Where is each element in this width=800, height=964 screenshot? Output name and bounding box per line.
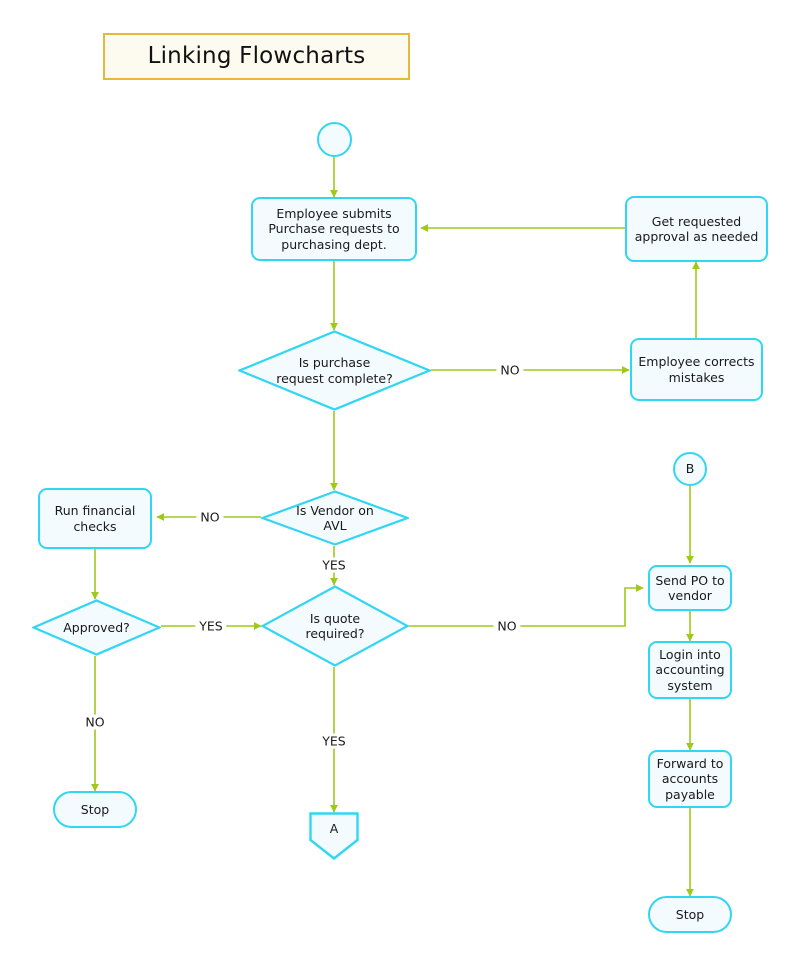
node-run-financial-checks[interactable]: Run financial checks xyxy=(38,488,152,549)
node-stop-left[interactable]: Stop xyxy=(53,791,137,828)
page-title: Linking Flowcharts xyxy=(103,33,410,80)
node-approved[interactable]: Approved? xyxy=(32,599,161,656)
node-connector-b[interactable]: B xyxy=(673,452,707,486)
edge-label-complete-no: NO xyxy=(496,362,524,378)
node-label: Is Vendor on AVL xyxy=(296,502,374,533)
node-label: A xyxy=(329,821,339,837)
node-send-po[interactable]: Send PO to vendor xyxy=(648,565,732,611)
node-is-request-complete[interactable]: Is purchase request complete? xyxy=(238,330,431,411)
node-is-vendor-on-avl[interactable]: Is Vendor on AVL xyxy=(261,490,409,546)
edge-label-quote-no: NO xyxy=(493,618,521,634)
edge-label-approved-no: NO xyxy=(81,714,109,730)
node-label: Approved? xyxy=(63,619,130,635)
node-login-accounting[interactable]: Login into accounting system xyxy=(648,641,732,699)
edge-label-avl-no: NO xyxy=(196,509,224,525)
node-employee-corrects[interactable]: Employee corrects mistakes xyxy=(630,338,763,401)
edge-label-approved-yes: YES xyxy=(195,618,227,634)
node-forward-accounts-payable[interactable]: Forward to accounts payable xyxy=(648,750,732,808)
node-is-quote-required[interactable]: Is quote required? xyxy=(261,585,409,667)
node-label: Is purchase request complete? xyxy=(276,355,393,386)
node-connector-a[interactable]: A xyxy=(309,812,359,860)
start-node[interactable] xyxy=(317,122,352,157)
node-get-approval[interactable]: Get requested approval as needed xyxy=(625,196,768,262)
node-employee-submits[interactable]: Employee submits Purchase requests to pu… xyxy=(251,197,417,261)
edge-label-avl-yes: YES xyxy=(318,557,350,573)
node-label: Is quote required? xyxy=(305,610,365,641)
edge-quote-no-to-sendpo xyxy=(409,584,644,627)
flowchart-canvas: Linking Flowcharts Employee submits Purc… xyxy=(0,0,800,964)
node-stop-right[interactable]: Stop xyxy=(648,896,732,933)
edge-label-quote-yes: YES xyxy=(318,733,350,749)
